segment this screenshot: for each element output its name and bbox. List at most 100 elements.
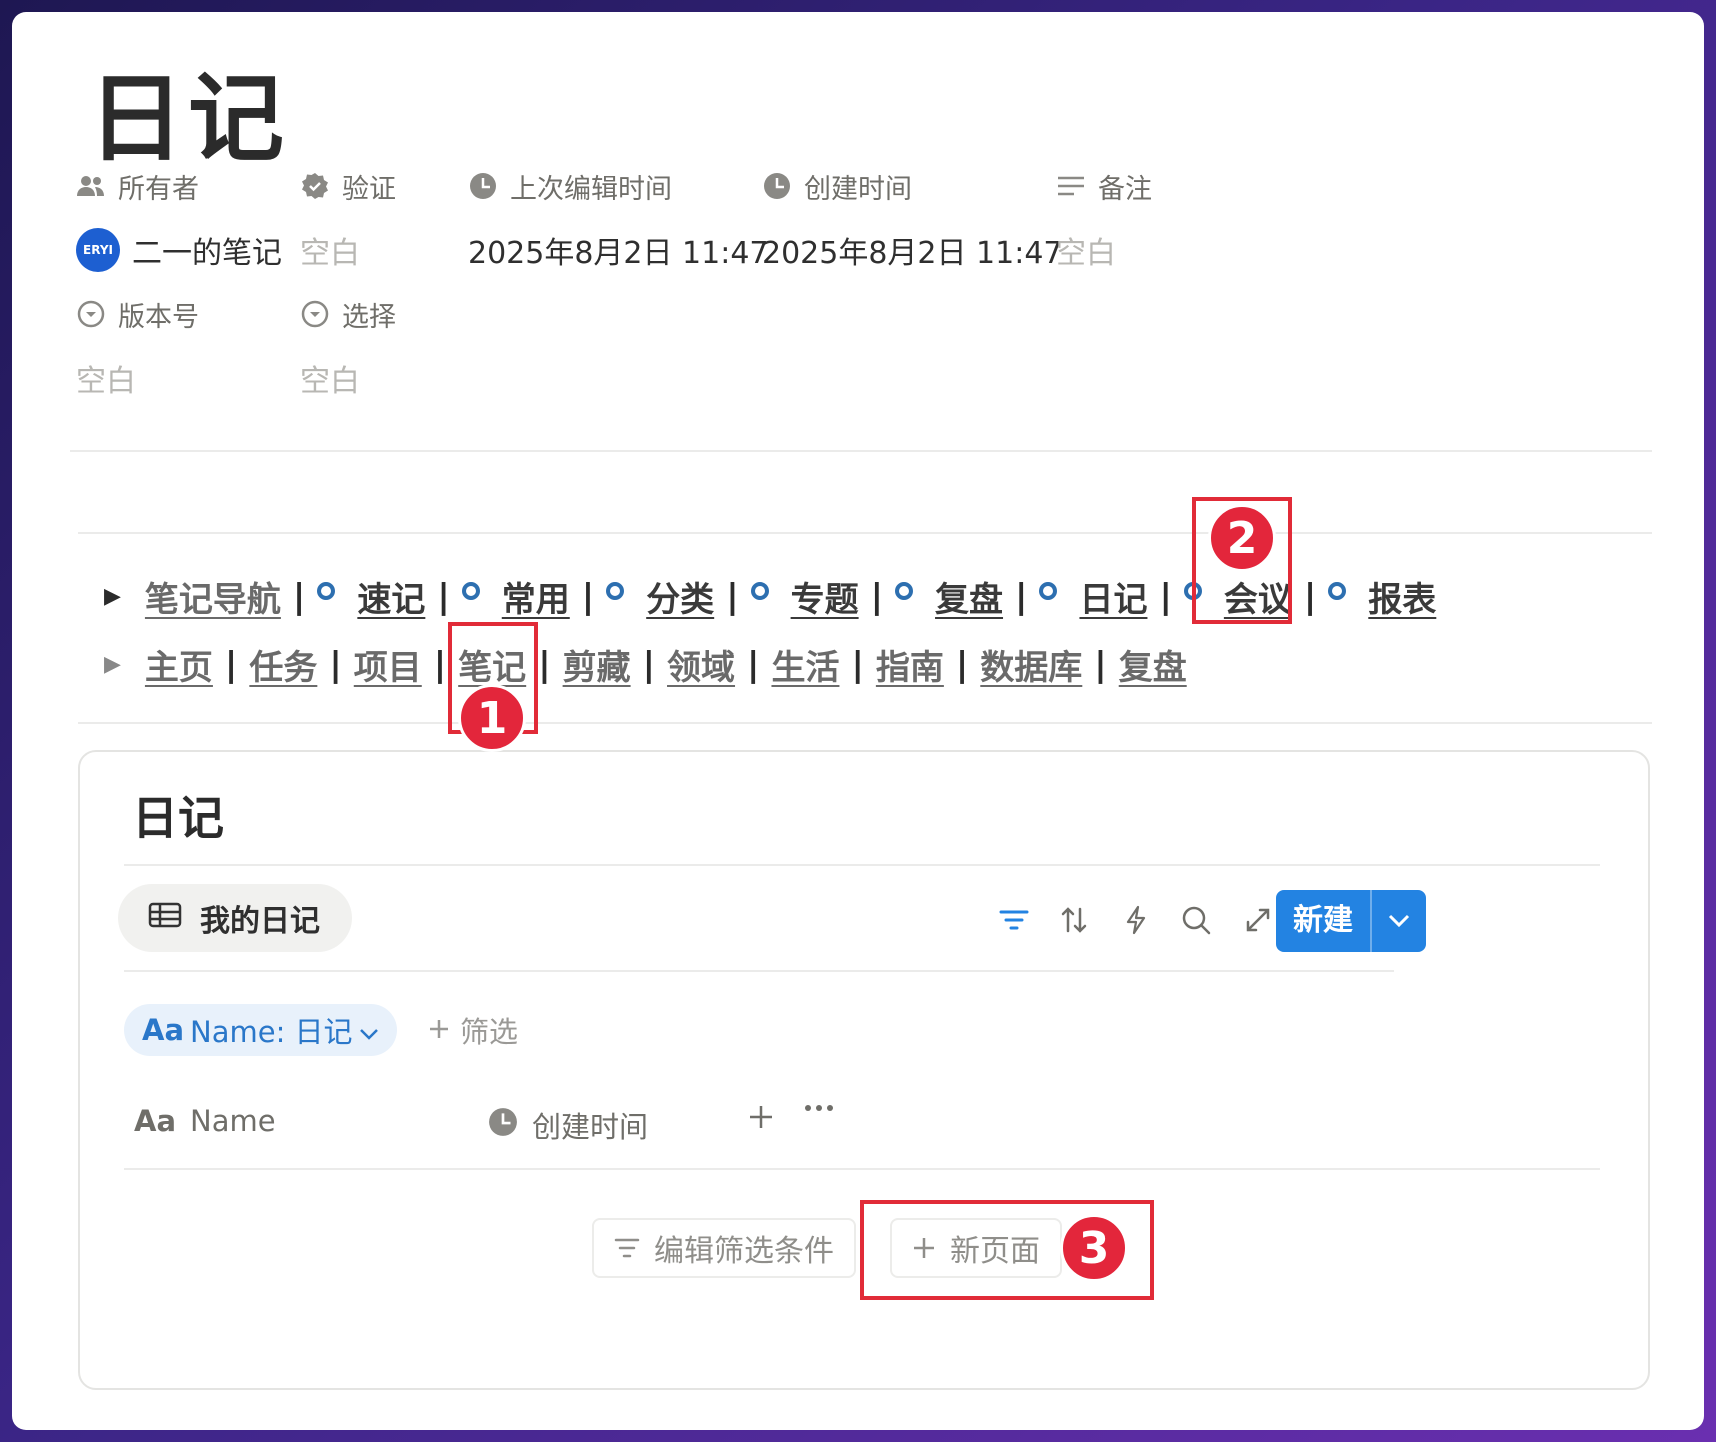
nav-separator: | (726, 576, 739, 617)
add-filter-button[interactable]: 筛选 (428, 1004, 518, 1056)
ellipsis-icon (805, 1105, 833, 1111)
property-version[interactable]: 版本号 空白 (76, 296, 199, 399)
clock-icon (468, 171, 498, 201)
nav-link-review-2[interactable]: 复盘 (1119, 640, 1187, 689)
property-created-value: 2025年8月2日 11:47 (762, 236, 1063, 271)
nav-separator: | (329, 644, 342, 685)
property-created-label: 创建时间 (804, 173, 912, 205)
property-last-edited-value: 2025年8月2日 11:47 (468, 236, 769, 271)
property-owner-label: 所有者 (118, 173, 199, 205)
property-version-label: 版本号 (118, 301, 199, 333)
nav-separator: | (1159, 576, 1172, 617)
divider (124, 864, 1600, 866)
search-icon[interactable] (1178, 902, 1214, 938)
nav-link-guide[interactable]: 指南 (876, 640, 944, 689)
toggle-triangle-icon[interactable]: ▶ (104, 584, 121, 609)
property-last-edited[interactable]: 上次编辑时间 2025年8月2日 11:47 (468, 168, 769, 271)
edit-filter-button[interactable]: 编辑筛选条件 (592, 1218, 856, 1278)
verified-badge-icon (300, 171, 330, 201)
circle-dot-icon (606, 581, 625, 600)
divider (78, 532, 1652, 534)
property-owner[interactable]: 所有者 ERYI 二一的笔记 (76, 168, 282, 272)
nav-separator: | (747, 644, 760, 685)
edit-filter-label: 编辑筛选条件 (654, 1234, 834, 1269)
more-options-button[interactable] (804, 1104, 834, 1112)
circle-dot-icon (461, 581, 480, 600)
nav-separator: | (1303, 576, 1317, 617)
nav-link-common[interactable]: 常用 (502, 572, 570, 621)
nav-link-quick-notes[interactable]: 速记 (357, 572, 425, 621)
nav-separator: | (581, 576, 595, 617)
chevron-down-icon (359, 1013, 379, 1047)
nav-link-diary[interactable]: 日记 (1079, 572, 1147, 621)
column-created-label: 创建时间 (532, 1110, 649, 1144)
page-title: 日记 (88, 63, 288, 175)
toggle-triangle-icon[interactable]: ▶ (104, 652, 121, 677)
circle-dot-icon (317, 581, 336, 600)
nav-link-database[interactable]: 数据库 (980, 640, 1082, 689)
nav-separator: | (437, 576, 450, 617)
sort-icon[interactable] (1056, 902, 1092, 938)
new-button-label: 新建 (1276, 890, 1372, 952)
filter-icon (614, 1238, 640, 1258)
nav-separator: | (292, 576, 306, 617)
nav-link-tasks[interactable]: 任务 (249, 640, 317, 689)
filter-icon[interactable] (996, 902, 1032, 938)
divider (124, 1168, 1600, 1170)
nav-link-report[interactable]: 报表 (1368, 572, 1436, 621)
circle-dot-icon (1039, 581, 1058, 600)
select-circle-icon (300, 299, 330, 329)
column-name-label: Name (190, 1104, 276, 1138)
nav-link-review[interactable]: 复盘 (935, 572, 1003, 621)
text-type-icon: Aa (134, 1104, 177, 1138)
property-owner-value: 二一的笔记 (132, 236, 282, 271)
nav-link-category[interactable]: 分类 (646, 572, 714, 621)
nav-row-secondary: ▶ 主页 | 任务 | 项目 | 笔记 | 剪藏 | 领域 | 生活 | 指南 … (104, 640, 1187, 689)
annotation-badge-1: 1 (458, 684, 526, 752)
nav-link-home[interactable]: 主页 (145, 640, 213, 689)
table-view-icon (148, 901, 182, 936)
nav-link-projects[interactable]: 项目 (354, 640, 422, 689)
nav-separator: | (1094, 644, 1107, 685)
property-select[interactable]: 选择 空白 (300, 296, 396, 399)
nav-separator: | (1015, 576, 1028, 617)
property-select-value: 空白 (300, 364, 360, 399)
view-tab-label: 我的日记 (200, 904, 320, 939)
nav-separator: | (870, 576, 884, 617)
plus-icon (428, 1013, 450, 1047)
property-verify[interactable]: 验证 空白 (300, 168, 396, 271)
avatar: ERYI (76, 228, 120, 272)
property-select-label: 选择 (342, 301, 396, 333)
filter-chip-name[interactable]: Aa Name: 日记 (124, 1004, 397, 1056)
column-header-created[interactable]: 创建时间 (488, 1104, 648, 1146)
database-title[interactable]: 日记 (132, 782, 224, 848)
new-record-button[interactable]: 新建 (1276, 890, 1426, 952)
filter-chip-label: Name: 日记 (190, 1015, 353, 1049)
expand-icon[interactable] (1240, 902, 1276, 938)
lightning-icon[interactable] (1118, 902, 1154, 938)
property-last-edited-label: 上次编辑时间 (510, 173, 672, 205)
column-header-name[interactable]: Aa Name (134, 1104, 276, 1138)
property-notes-value: 空白 (1056, 236, 1116, 271)
property-created[interactable]: 创建时间 2025年8月2日 11:47 (762, 168, 1063, 271)
view-tab-my-diary[interactable]: 我的日记 (118, 884, 352, 952)
circle-dot-icon (750, 581, 769, 600)
nav-separator: | (433, 644, 447, 685)
nav-link-topic[interactable]: 专题 (791, 572, 859, 621)
nav-separator: | (642, 644, 656, 685)
nav-link-life[interactable]: 生活 (771, 640, 839, 689)
property-verify-value: 空白 (300, 236, 360, 271)
text-lines-icon (1056, 171, 1086, 201)
select-circle-icon (76, 299, 106, 329)
add-filter-label: 筛选 (460, 1015, 519, 1049)
nav-link-areas[interactable]: 领域 (667, 640, 735, 689)
nav-link-notes-nav[interactable]: 笔记导航 (145, 572, 281, 621)
clock-icon (762, 171, 792, 201)
property-version-value: 空白 (76, 364, 136, 399)
people-icon (76, 171, 106, 201)
chevron-down-icon[interactable] (1372, 914, 1426, 928)
circle-dot-icon (1328, 581, 1347, 600)
nav-link-clips[interactable]: 剪藏 (563, 640, 631, 689)
property-notes[interactable]: 备注 空白 (1056, 168, 1152, 272)
add-column-button[interactable] (748, 1104, 774, 1130)
